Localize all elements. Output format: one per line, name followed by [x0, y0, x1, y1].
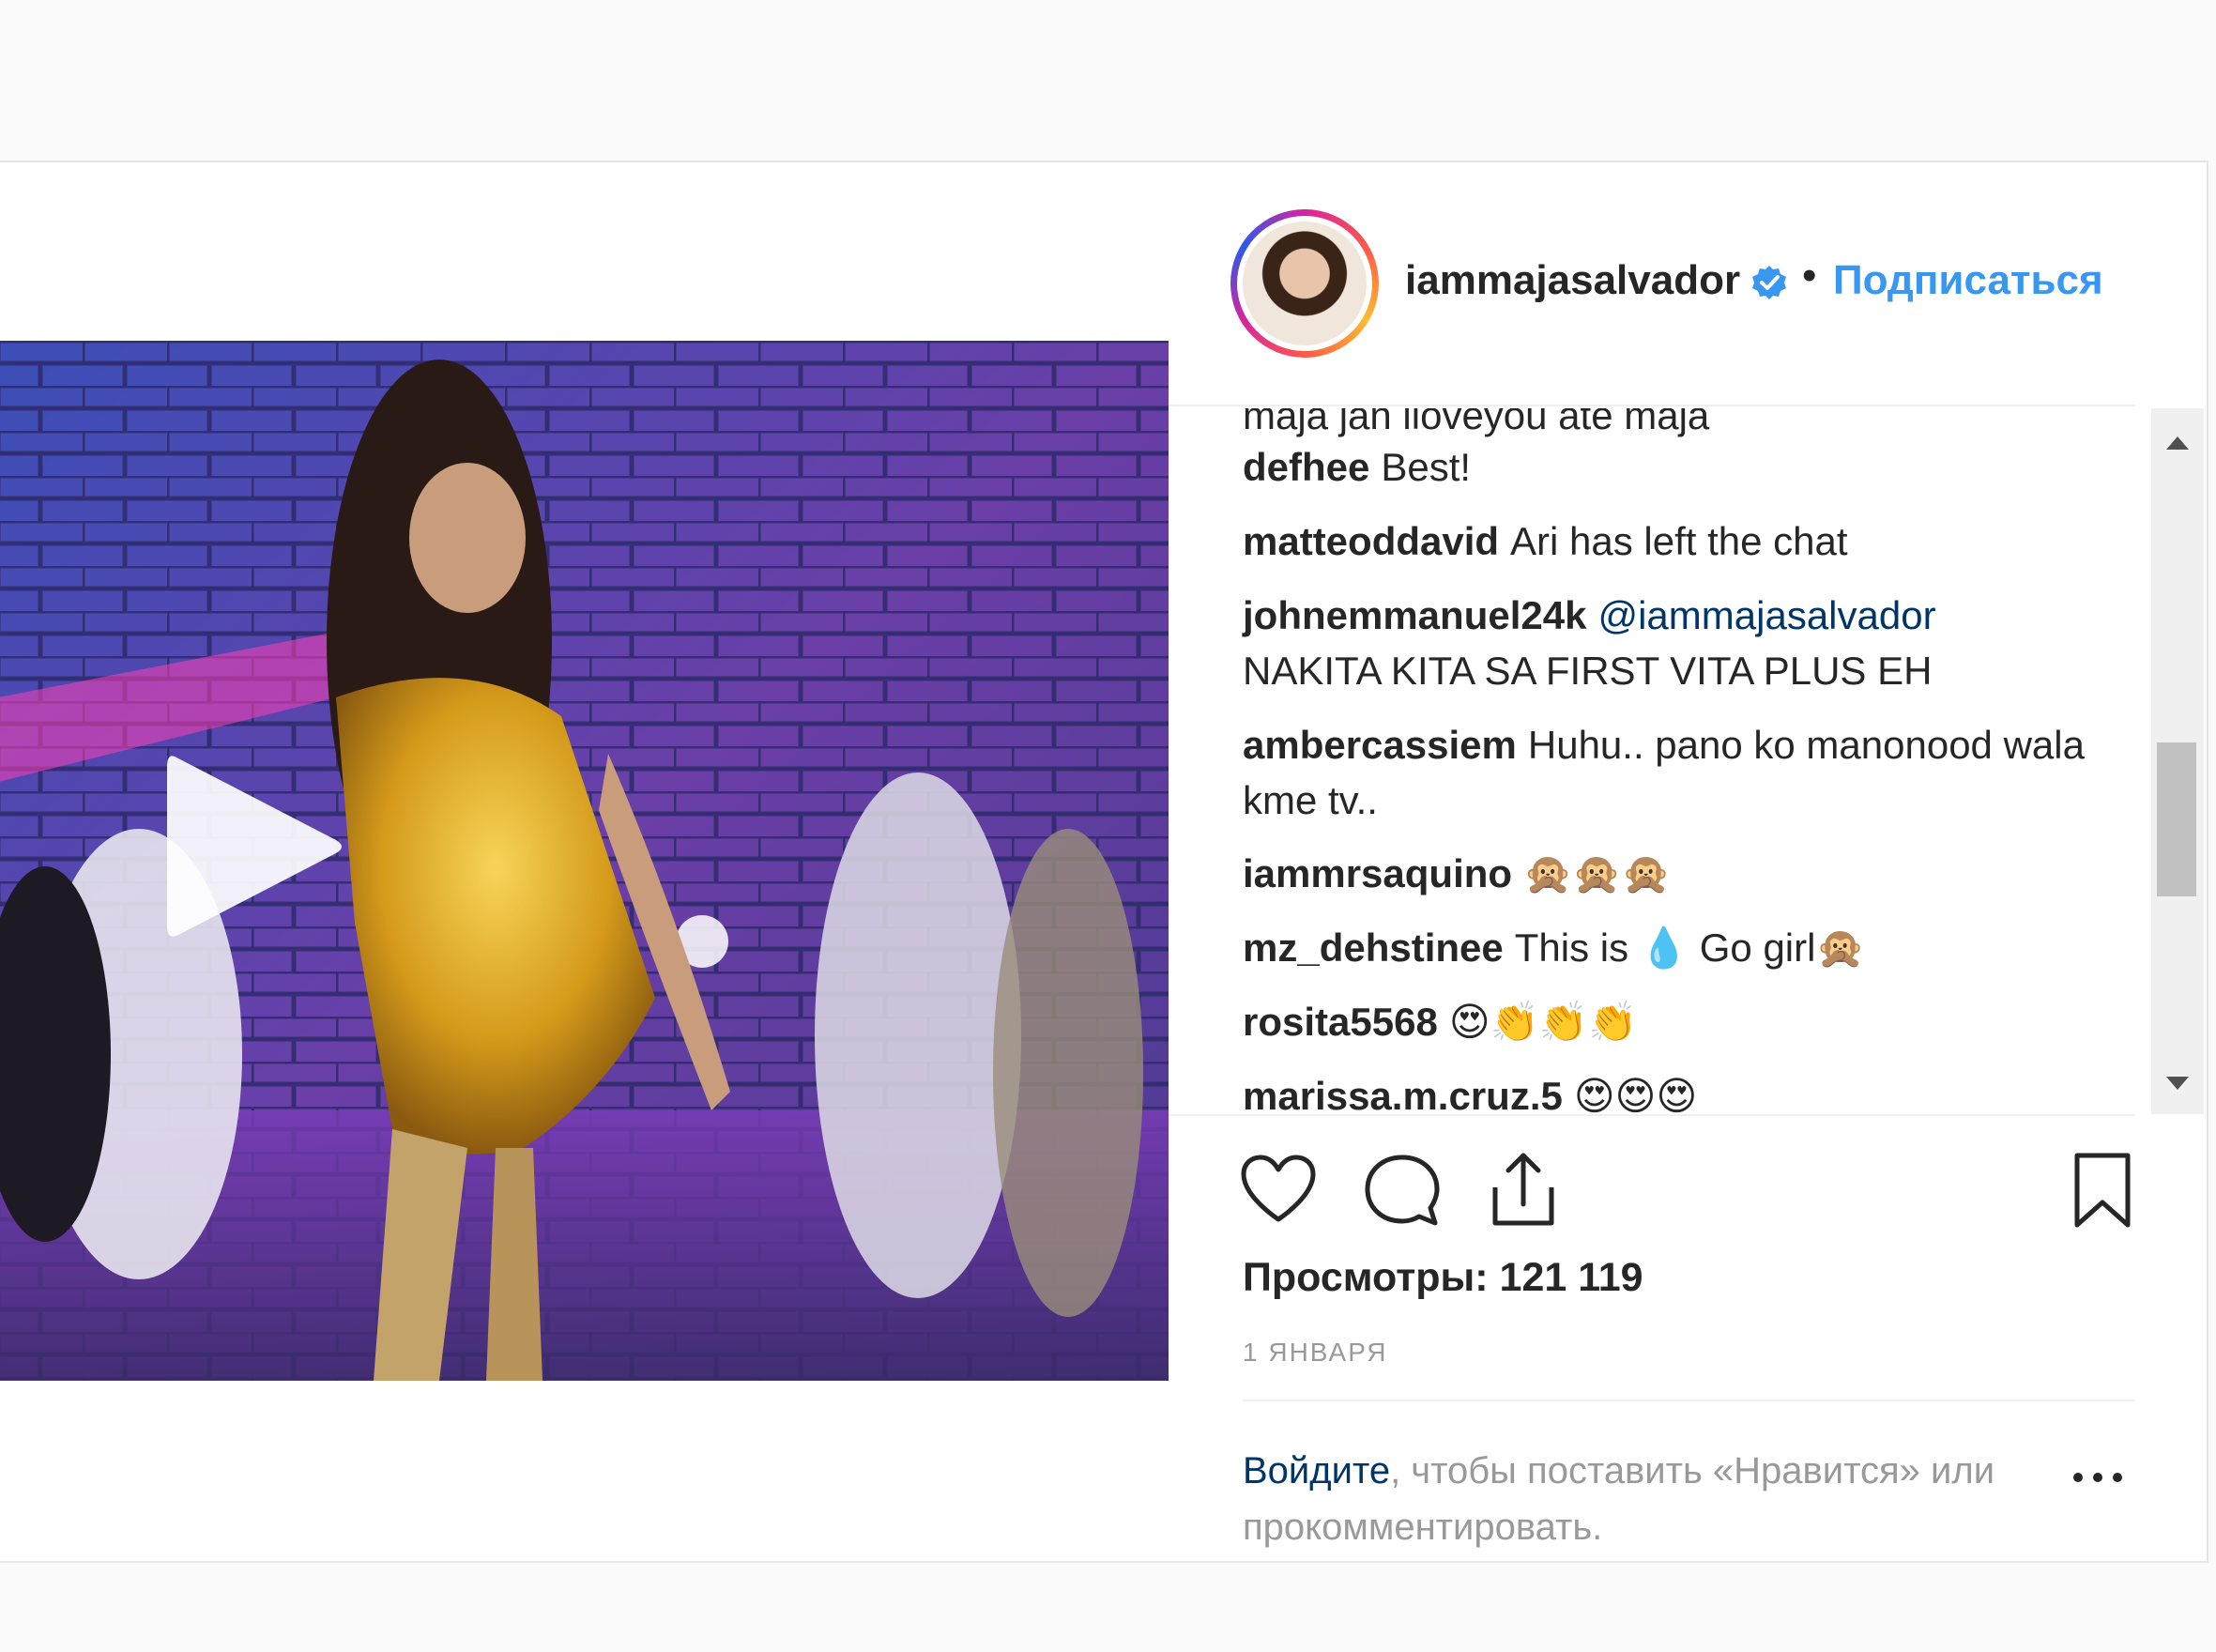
comment-mention[interactable]: @iammajasalvador — [1597, 593, 1935, 637]
divider — [1243, 1400, 2135, 1401]
comment-item: rosita5568 😍👏👏👏 — [1243, 994, 2087, 1049]
comment-text: NAKITA KITA SA FIRST VITA PLUS EH — [1243, 649, 1933, 693]
post-date[interactable]: 1 ЯНВАРЯ — [1243, 1338, 1388, 1368]
post-sidebar: iammajasalvador • Подписаться maja jan i… — [1169, 162, 2207, 1561]
comment-text: Best! — [1381, 445, 1472, 489]
comment-item: johnemmanuel24k @iammajasalvador NAKITA KI… — [1243, 588, 2087, 698]
comment-item: maja jan iloveyou ate maja — [1243, 408, 2087, 443]
comment-item: mz_dehstinee This is 💧 Go girl🙊 — [1243, 920, 2087, 975]
avatar[interactable] — [1230, 209, 1379, 358]
comment-item: matteoddavid Ari has left the chat — [1243, 513, 2087, 569]
play-icon[interactable] — [148, 739, 355, 955]
scroll-up-arrow-icon[interactable] — [2166, 436, 2189, 450]
comment-item: marissa.m.cruz.5 😍😍😍 — [1243, 1068, 2087, 1114]
comment-username[interactable]: iammrsaquino — [1243, 851, 1512, 895]
comment-text: Ari has left the chat — [1510, 519, 1848, 563]
comment-username[interactable]: marissa.m.cruz.5 — [1243, 1074, 1563, 1114]
comment-text: This is 💧 Go girl🙊 — [1514, 925, 1865, 970]
comment-username[interactable]: mz_dehstinee — [1243, 925, 1504, 970]
comment-text: 😍😍😍 — [1573, 1074, 1698, 1114]
comment-username[interactable]: matteoddavid — [1243, 519, 1499, 563]
comment-username[interactable]: rosita5568 — [1243, 1000, 1438, 1044]
comment-item: iammrsaquino 🙊🙊🙊 — [1243, 846, 2087, 901]
post-media — [0, 162, 1169, 1561]
comment-bubble-icon[interactable] — [1364, 1154, 1441, 1229]
login-link[interactable]: Войдите — [1243, 1450, 1390, 1491]
bookmark-icon[interactable] — [2071, 1152, 2133, 1231]
follow-button[interactable]: Подписаться — [1833, 257, 2103, 304]
comment-username[interactable]: defhee — [1243, 445, 1369, 489]
comment-item: ambercassiem Huhu.. pano ko manonood wala… — [1243, 717, 2087, 828]
comment-text: maja jan iloveyou ate maja — [1243, 408, 1710, 437]
scroll-thumb[interactable] — [2157, 742, 2196, 896]
comment-text: 🙊🙊🙊 — [1523, 851, 1671, 895]
post-actions: Просмотры: 121 119 1 ЯНВАРЯ Войдите, что… — [1169, 1114, 2135, 1563]
comment-item: defhee Best! — [1243, 439, 2087, 495]
post-header: iammajasalvador • Подписаться — [1169, 162, 2135, 406]
verified-badge-icon — [1752, 266, 1786, 299]
username-link[interactable]: iammajasalvador — [1405, 257, 1740, 304]
more-options-icon[interactable] — [2071, 1458, 2124, 1495]
scroll-down-arrow-icon[interactable] — [2166, 1077, 2189, 1090]
comment-username[interactable]: ambercassiem — [1243, 723, 1517, 767]
login-prompt: Войдите, чтобы поставить «Нравится» или … — [1243, 1443, 2050, 1555]
separator-dot: • — [1802, 252, 1817, 298]
views-count: Просмотры: 121 119 — [1243, 1255, 1643, 1300]
post-card: iammajasalvador • Подписаться maja jan i… — [0, 161, 2208, 1563]
comments-scrollbar[interactable] — [2151, 408, 2204, 1114]
comments-list[interactable]: maja jan iloveyou ate maja defhee Best! m… — [1169, 408, 2135, 1114]
like-heart-icon[interactable] — [1240, 1154, 1317, 1225]
share-icon[interactable] — [1488, 1150, 1559, 1229]
video-player[interactable] — [0, 341, 1169, 1381]
comment-username[interactable]: johnemmanuel24k — [1243, 593, 1586, 637]
comment-text: 😍👏👏👏 — [1448, 1000, 1638, 1044]
